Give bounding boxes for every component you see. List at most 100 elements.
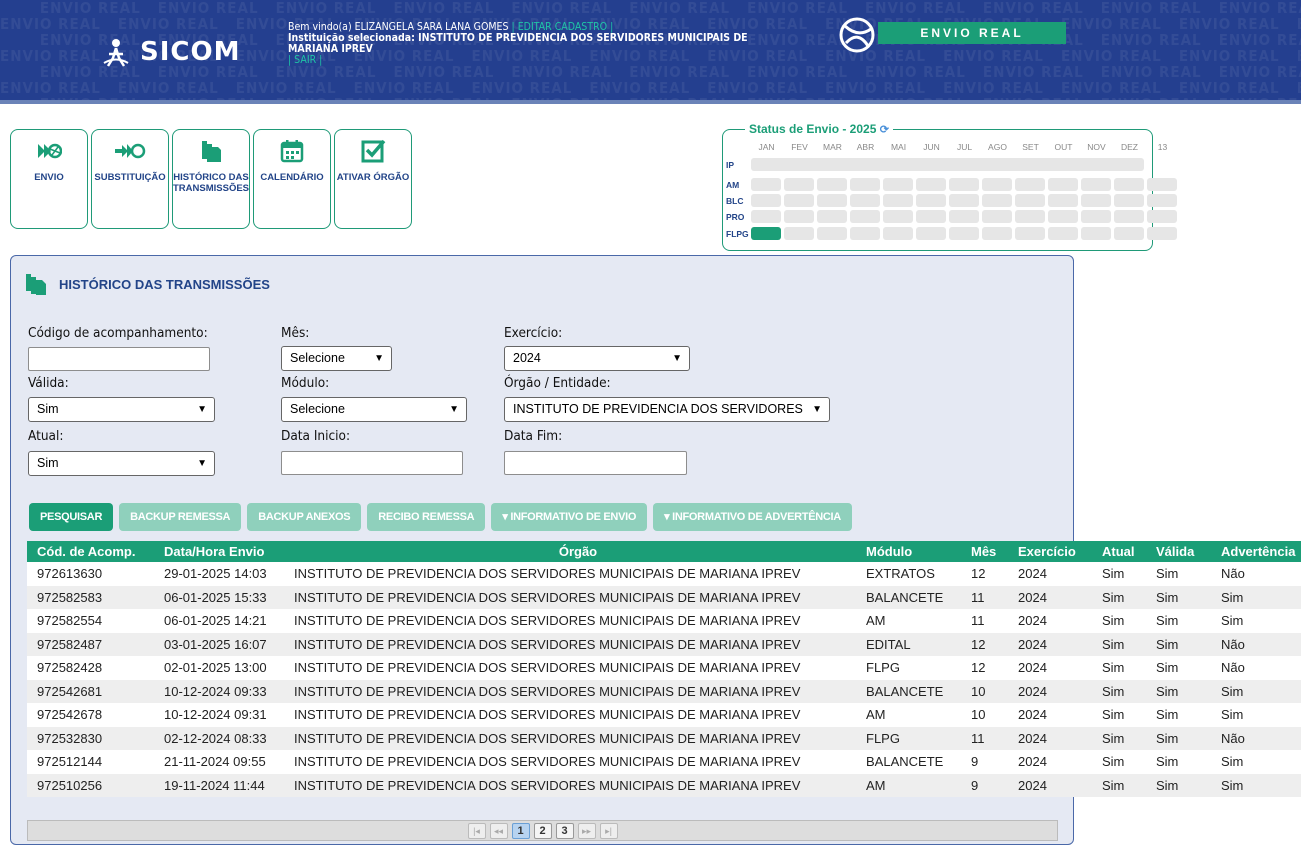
- status-cell[interactable]: [1147, 227, 1177, 240]
- status-cell[interactable]: [916, 227, 946, 240]
- status-cell[interactable]: [751, 178, 781, 191]
- table-row[interactable]: 972613630 29-01-2025 14:03 INSTITUTO DE PR…: [27, 562, 1301, 586]
- status-cell[interactable]: [1114, 210, 1144, 223]
- historico-button[interactable]: HISTÓRICO DAS TRANSMISSÕES: [172, 129, 250, 229]
- status-cell[interactable]: [751, 194, 781, 207]
- status-cell[interactable]: [1081, 178, 1111, 191]
- valida-select[interactable]: Sim ▼: [28, 397, 215, 422]
- status-cell[interactable]: [1048, 227, 1078, 240]
- status-cell[interactable]: [817, 227, 847, 240]
- status-cell[interactable]: [916, 194, 946, 207]
- page-1-button[interactable]: 1: [511, 822, 530, 839]
- status-cell[interactable]: [850, 178, 880, 191]
- status-cell[interactable]: [817, 210, 847, 223]
- data-inicio-input[interactable]: [281, 451, 463, 475]
- table-row[interactable]: 972510256 19-11-2024 11:44 INSTITUTO DE PR…: [27, 773, 1301, 797]
- status-cell[interactable]: [916, 178, 946, 191]
- status-cell[interactable]: [850, 210, 880, 223]
- status-cell[interactable]: [1081, 210, 1111, 223]
- status-cell[interactable]: [1015, 227, 1045, 240]
- status-cell[interactable]: [1114, 178, 1144, 191]
- table-row[interactable]: 972582554 06-01-2025 14:21 INSTITUTO DE PR…: [27, 609, 1301, 633]
- status-cell[interactable]: [1015, 210, 1045, 223]
- status-cell[interactable]: [949, 210, 979, 223]
- status-cell[interactable]: [850, 194, 880, 207]
- status-cell[interactable]: [1081, 194, 1111, 207]
- exercicio-select[interactable]: 2024 ▼: [504, 346, 690, 371]
- status-cell[interactable]: [1048, 178, 1078, 191]
- column-header[interactable]: Atual: [1096, 544, 1152, 559]
- column-header[interactable]: Exercício: [1012, 544, 1096, 559]
- table-row[interactable]: 972512144 21-11-2024 09:55 INSTITUTO DE PR…: [27, 750, 1301, 774]
- status-cell[interactable]: [784, 227, 814, 240]
- status-cell[interactable]: [784, 178, 814, 191]
- backup-remessa-button[interactable]: BACKUP REMESSA: [119, 503, 242, 531]
- status-cell[interactable]: [1147, 210, 1177, 223]
- table-row[interactable]: 972582428 02-01-2025 13:00 INSTITUTO DE PR…: [27, 656, 1301, 680]
- status-cell[interactable]: [1048, 210, 1078, 223]
- status-cell[interactable]: [883, 227, 913, 240]
- table-row[interactable]: 972542678 10-12-2024 09:31 INSTITUTO DE PR…: [27, 703, 1301, 727]
- status-cell[interactable]: [883, 194, 913, 207]
- status-cell[interactable]: [916, 210, 946, 223]
- recibo-remessa-button[interactable]: RECIBO REMESSA: [367, 503, 486, 531]
- last-page-button[interactable]: ▸|: [599, 822, 618, 839]
- data-fim-input[interactable]: [504, 451, 687, 475]
- table-row[interactable]: 972582487 03-01-2025 16:07 INSTITUTO DE PR…: [27, 632, 1301, 656]
- table-row[interactable]: 972542681 10-12-2024 09:33 INSTITUTO DE PR…: [27, 679, 1301, 703]
- calendario-button[interactable]: CALENDÁRIO: [253, 129, 331, 229]
- status-cell[interactable]: [817, 194, 847, 207]
- status-cell[interactable]: [982, 210, 1012, 223]
- status-cell[interactable]: [1048, 194, 1078, 207]
- status-cell[interactable]: [1081, 227, 1111, 240]
- status-cell[interactable]: [1015, 194, 1045, 207]
- refresh-icon[interactable]: ⟳: [880, 124, 889, 136]
- column-header[interactable]: Válida: [1152, 544, 1215, 559]
- page-2-button[interactable]: 2: [533, 822, 552, 839]
- status-cell[interactable]: [883, 210, 913, 223]
- backup-anexos-button[interactable]: BACKUP ANEXOS: [247, 503, 362, 531]
- prev-page-button[interactable]: ◂◂: [489, 822, 508, 839]
- column-header[interactable]: Advertência: [1215, 544, 1301, 559]
- modulo-select[interactable]: Selecione ▼: [281, 397, 467, 422]
- next-page-button[interactable]: ▸▸: [577, 822, 596, 839]
- status-cell[interactable]: [1114, 227, 1144, 240]
- page-3-button[interactable]: 3: [555, 822, 574, 839]
- envio-button[interactable]: ENVIO: [10, 129, 88, 229]
- status-cell[interactable]: [784, 194, 814, 207]
- informativo-advertencia-button[interactable]: ▾ INFORMATIVO DE ADVERTÊNCIA: [653, 503, 852, 531]
- status-cell[interactable]: [949, 178, 979, 191]
- informativo-envio-button[interactable]: ▾ INFORMATIVO DE ENVIO: [491, 503, 648, 531]
- status-cell[interactable]: [1147, 194, 1177, 207]
- status-cell[interactable]: [1114, 194, 1144, 207]
- status-cell[interactable]: [784, 210, 814, 223]
- column-header[interactable]: Órgão: [284, 544, 862, 559]
- table-row[interactable]: 972582583 06-01-2025 15:33 INSTITUTO DE PR…: [27, 585, 1301, 609]
- status-cell[interactable]: [949, 194, 979, 207]
- atual-select[interactable]: Sim ▼: [28, 451, 215, 476]
- table-row[interactable]: 972532830 02-12-2024 08:33 INSTITUTO DE PR…: [27, 726, 1301, 750]
- status-cell[interactable]: [1015, 178, 1045, 191]
- ativar-orgao-button[interactable]: ATIVAR ÓRGÃO: [334, 129, 412, 229]
- status-cell[interactable]: [982, 194, 1012, 207]
- status-cell[interactable]: [883, 178, 913, 191]
- sicom-logo[interactable]: SICOM: [100, 36, 240, 68]
- status-cell[interactable]: [751, 210, 781, 223]
- column-header[interactable]: Mês: [965, 544, 1012, 559]
- first-page-button[interactable]: |◂: [467, 822, 486, 839]
- column-header[interactable]: Módulo: [862, 544, 965, 559]
- status-cell[interactable]: [817, 178, 847, 191]
- pesquisar-button[interactable]: PESQUISAR: [29, 503, 114, 531]
- status-cell[interactable]: [850, 227, 880, 240]
- mes-select[interactable]: Selecione ▼: [281, 346, 392, 371]
- codigo-input[interactable]: [28, 347, 210, 371]
- orgao-select[interactable]: INSTITUTO DE PREVIDENCIA DOS SERVIDORES ▼: [504, 397, 830, 422]
- logout-link[interactable]: | SAIR |: [288, 55, 768, 66]
- column-header[interactable]: Data/Hora Envio: [154, 544, 284, 559]
- status-cell[interactable]: [1147, 178, 1177, 191]
- column-header[interactable]: Cód. de Acomp.: [27, 544, 154, 559]
- status-cell[interactable]: [751, 227, 781, 240]
- status-cell[interactable]: [982, 227, 1012, 240]
- status-cell[interactable]: [949, 227, 979, 240]
- substituicao-button[interactable]: SUBSTITUIÇÃO: [91, 129, 169, 229]
